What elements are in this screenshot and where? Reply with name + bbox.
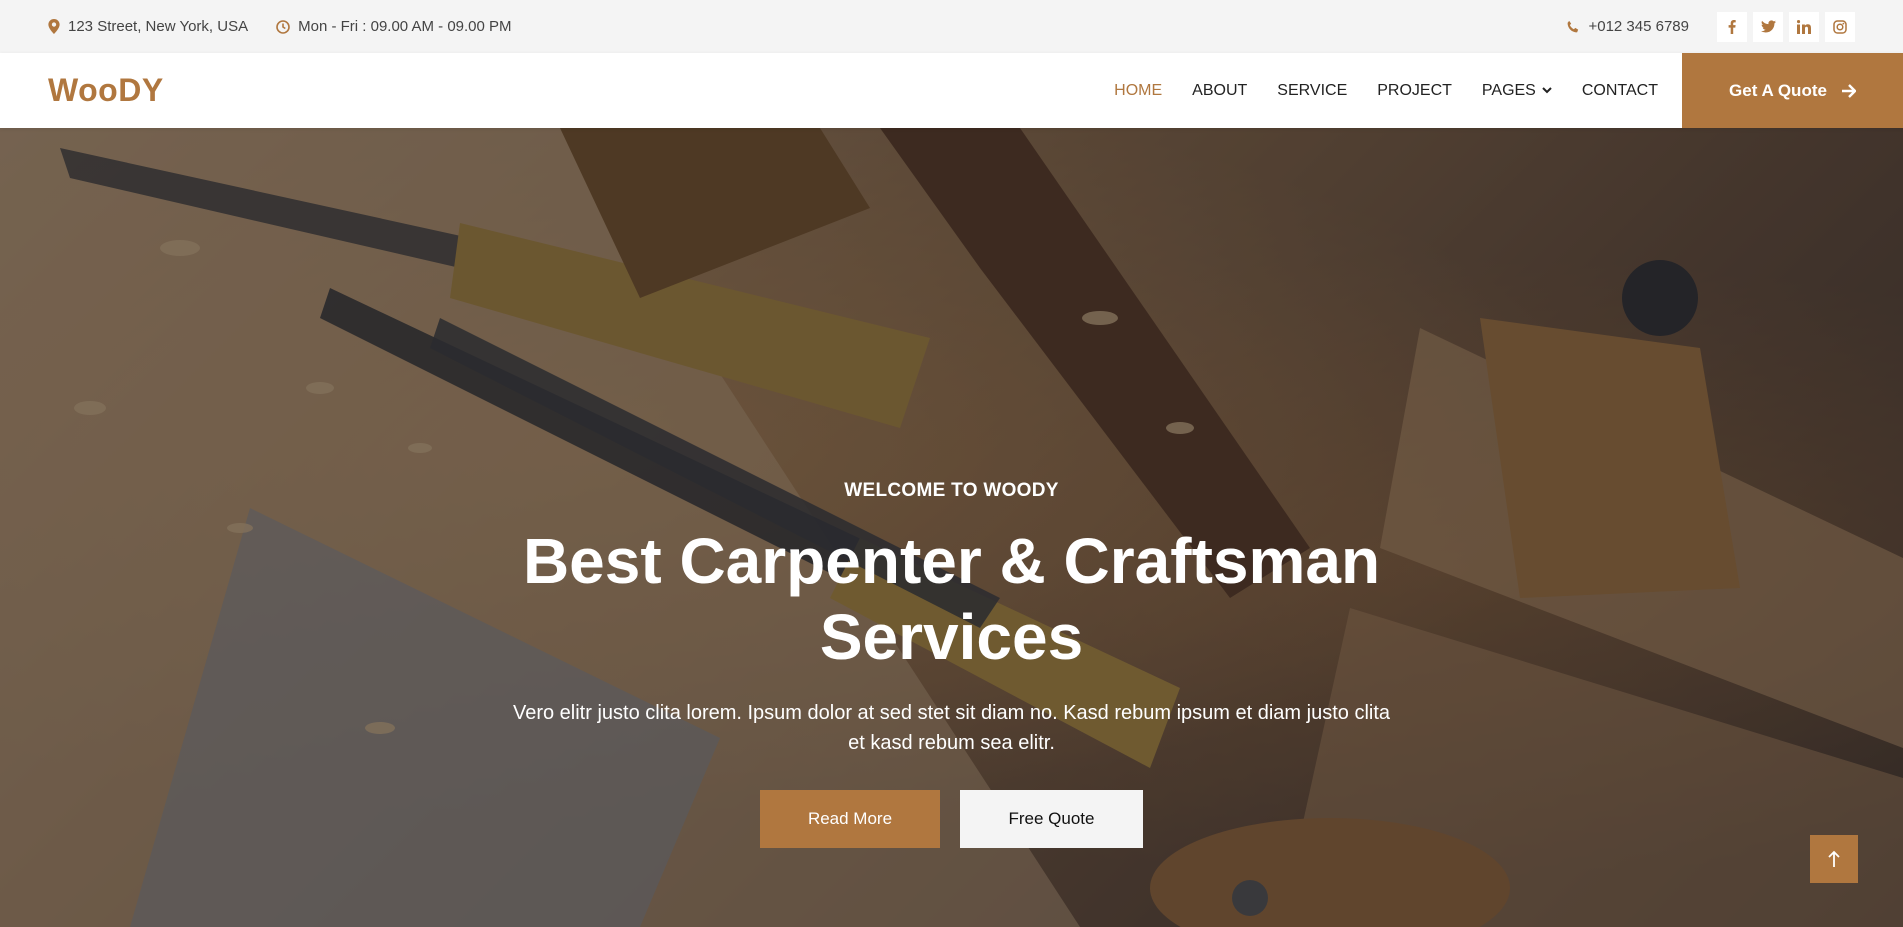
address-text: 123 Street, New York, USA: [68, 18, 249, 35]
location-pin-icon: [48, 19, 60, 34]
back-to-top-button[interactable]: [1810, 835, 1858, 883]
phone-info: +012 345 6789: [1566, 18, 1689, 35]
twitter-icon: [1760, 20, 1776, 33]
get-a-quote-button[interactable]: Get A Quote: [1682, 53, 1903, 128]
nav-contact[interactable]: CONTACT: [1582, 82, 1658, 100]
facebook-icon: [1728, 19, 1736, 34]
hero-headline: Best Carpenter & Craftsman Services: [522, 525, 1381, 673]
brand-logo[interactable]: WooDY: [48, 72, 164, 109]
chevron-down-icon: [1542, 87, 1552, 94]
clock-icon: [276, 19, 290, 34]
arrow-up-icon: [1828, 850, 1840, 867]
nav-home[interactable]: HOME: [1114, 82, 1162, 100]
hero-subtext: Vero elitr justo clita lorem. Ipsum dolo…: [512, 702, 1391, 754]
instagram-link[interactable]: [1825, 11, 1855, 42]
twitter-link[interactable]: [1753, 11, 1783, 42]
phone-text: +012 345 6789: [1588, 18, 1689, 35]
linkedin-icon: [1797, 19, 1811, 34]
nav-pages-label: PAGES: [1481, 81, 1536, 99]
main-menu: HOME ABOUT SERVICE PROJECT PAGES CONTACT: [1114, 53, 1688, 128]
instagram-icon: [1833, 19, 1847, 34]
top-info-bar: 123 Street, New York, USA Mon - Fri : 09…: [0, 0, 1903, 53]
address-info: 123 Street, New York, USA: [48, 18, 248, 35]
phone-icon: [1568, 20, 1579, 32]
hero-kicker: WELCOME TO WOODY: [844, 480, 1059, 501]
hero-section: WELCOME TO WOODY Best Carpenter & Crafts…: [0, 128, 1903, 927]
hours-info: Mon - Fri : 09.00 AM - 09.00 PM: [276, 18, 512, 35]
free-quote-button[interactable]: Free Quote: [960, 790, 1143, 848]
hours-text: Mon - Fri : 09.00 AM - 09.00 PM: [298, 18, 512, 35]
arrow-right-icon: [1841, 83, 1856, 98]
main-navbar: WooDY HOME ABOUT SERVICE PROJECT PAGES C…: [0, 53, 1903, 128]
nav-pages-dropdown[interactable]: PAGES: [1482, 82, 1552, 100]
read-more-button[interactable]: Read More: [760, 790, 940, 848]
get-a-quote-label: Get A Quote: [1729, 80, 1827, 100]
nav-project[interactable]: PROJECT: [1377, 82, 1452, 100]
hero-content: WELCOME TO WOODY Best Carpenter & Crafts…: [0, 128, 1903, 927]
linkedin-link[interactable]: [1789, 11, 1819, 42]
nav-about[interactable]: ABOUT: [1192, 82, 1247, 100]
hero-buttons: Read More Free Quote: [0, 790, 1903, 848]
nav-service[interactable]: SERVICE: [1277, 82, 1347, 100]
social-links: [1717, 11, 1855, 42]
facebook-link[interactable]: [1717, 11, 1747, 42]
